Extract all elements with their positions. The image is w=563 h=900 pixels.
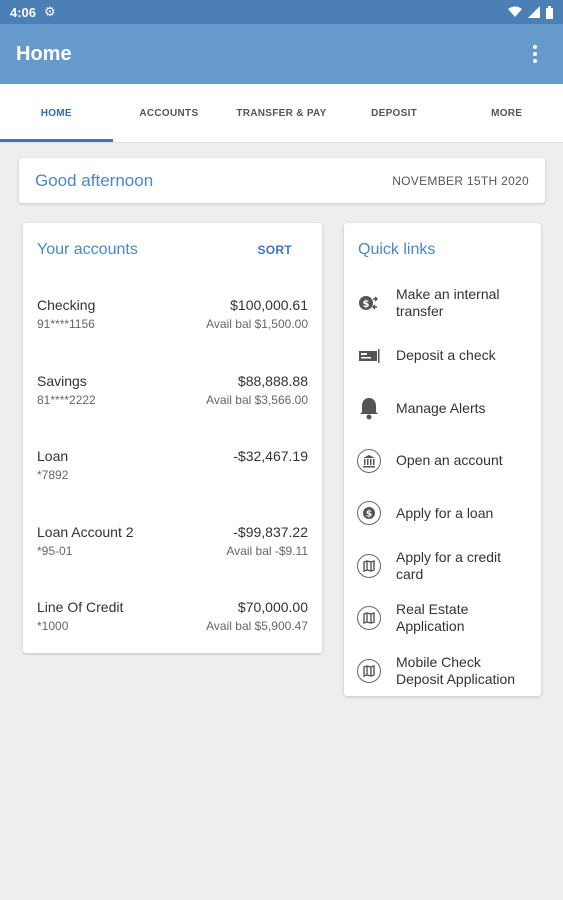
quick-link-mobile-check-deposit[interactable]: Mobile Check Deposit Application	[344, 645, 541, 698]
quick-links-title: Quick links	[358, 241, 436, 258]
signal-icon	[528, 6, 540, 18]
tab-bar: HOME ACCOUNTS TRANSFER & PAY DEPOSIT MOR…	[0, 84, 563, 143]
quick-link-deposit-check[interactable]: Deposit a check	[344, 330, 541, 383]
status-icons	[508, 5, 553, 19]
accounts-header: Your accounts SORT	[23, 223, 322, 277]
svg-text:$: $	[363, 299, 370, 310]
account-name: Loan	[37, 448, 69, 464]
account-number: 81****2222	[37, 392, 96, 407]
tab-more[interactable]: MORE	[450, 84, 563, 142]
accounts-title: Your accounts	[37, 241, 138, 258]
quick-link-label: Real Estate Application	[396, 601, 469, 635]
greeting-card: Good afternoon NOVEMBER 15TH 2020	[19, 158, 545, 203]
account-available: Avail bal -$9.11	[226, 543, 308, 558]
greeting-date: NOVEMBER 15TH 2020	[392, 173, 529, 188]
account-name: Checking	[37, 297, 96, 313]
account-balance: -$32,467.19	[233, 448, 308, 464]
account-balance: -$99,837.22	[233, 523, 308, 540]
quick-link-apply-credit-card[interactable]: Apply for a credit card	[344, 540, 541, 593]
quick-link-real-estate[interactable]: Real Estate Application	[344, 592, 541, 645]
svg-text:$: $	[366, 510, 372, 520]
quick-link-internal-transfer[interactable]: $ Make an internal transfer	[344, 277, 541, 330]
check-icon	[356, 343, 382, 369]
transfer-icon: $	[356, 290, 382, 316]
map-icon	[356, 658, 382, 684]
map-icon	[356, 553, 382, 579]
bank-icon	[356, 448, 382, 474]
account-number: 91****1156	[37, 317, 95, 331]
greeting-text: Good afternoon	[35, 170, 154, 190]
app-bar: Home	[0, 24, 563, 84]
status-bar: 4:06 ⚙	[0, 0, 563, 24]
settings-gear-icon: ⚙	[44, 4, 56, 19]
accounts-card: Your accounts SORT Checking 91****1156 $1…	[23, 223, 322, 653]
clock: 4:06	[10, 4, 37, 20]
quick-link-manage-alerts[interactable]: Manage Alerts	[344, 382, 541, 435]
account-row-checking[interactable]: Checking 91****1156 $100,000.61 Avail bal …	[23, 277, 322, 353]
map-icon	[356, 605, 382, 631]
dollar-circle-icon: $	[356, 500, 382, 526]
wifi-icon	[508, 6, 522, 17]
tab-deposit[interactable]: DEPOSIT	[338, 84, 451, 142]
quick-link-label: Manage Alerts	[396, 399, 486, 416]
account-name: Line Of Credit	[37, 599, 124, 615]
quick-link-label: Deposit a check	[396, 347, 496, 364]
account-row-loan[interactable]: Loan *7892 -$32,467.19	[23, 428, 322, 504]
account-number: *1000	[37, 619, 69, 633]
account-balance: $100,000.61	[230, 297, 308, 313]
quick-link-label: Apply for a loan	[396, 504, 494, 521]
account-row-loan-account-2[interactable]: Loan Account 2 *95-01 -$99,837.22 Avail ba…	[23, 504, 322, 580]
quick-link-apply-loan[interactable]: $ Apply for a loan	[344, 487, 541, 540]
account-available: Avail bal $3,566.00	[206, 392, 308, 407]
page-title: Home	[16, 42, 72, 65]
account-number: *7892	[37, 468, 69, 482]
account-available: Avail bal $5,900.47	[206, 619, 308, 633]
account-name: Loan Account 2	[37, 523, 134, 540]
quick-link-open-account[interactable]: Open an account	[344, 435, 541, 488]
overflow-menu-icon[interactable]	[523, 42, 547, 66]
account-number: *95-01	[37, 543, 73, 558]
account-balance: $88,888.88	[237, 372, 308, 389]
account-name: Savings	[37, 372, 87, 389]
account-available: Avail bal $1,500.00	[206, 317, 308, 331]
tab-transfer-pay[interactable]: TRANSFER & PAY	[225, 84, 338, 142]
quick-link-label: Apply for a credit card	[396, 548, 502, 582]
bell-icon	[356, 395, 382, 421]
account-row-line-of-credit[interactable]: Line Of Credit *1000 $70,000.00 Avail bal …	[23, 579, 322, 655]
quick-links-card: Quick links $ Make an internal transfer …	[344, 223, 541, 696]
battery-icon	[546, 5, 553, 19]
tab-accounts[interactable]: ACCOUNTS	[113, 84, 226, 142]
account-row-savings[interactable]: Savings 81****2222 $88,888.88 Avail bal $3…	[23, 353, 322, 429]
quick-link-label: Make an internal transfer	[396, 286, 500, 320]
quick-link-label: Open an account	[396, 452, 503, 469]
quick-links-header: Quick links	[344, 223, 541, 277]
sort-button[interactable]: SORT	[257, 243, 292, 257]
account-balance: $70,000.00	[237, 599, 308, 615]
quick-link-label: Mobile Check Deposit Application	[396, 653, 516, 687]
tab-home[interactable]: HOME	[0, 84, 113, 142]
